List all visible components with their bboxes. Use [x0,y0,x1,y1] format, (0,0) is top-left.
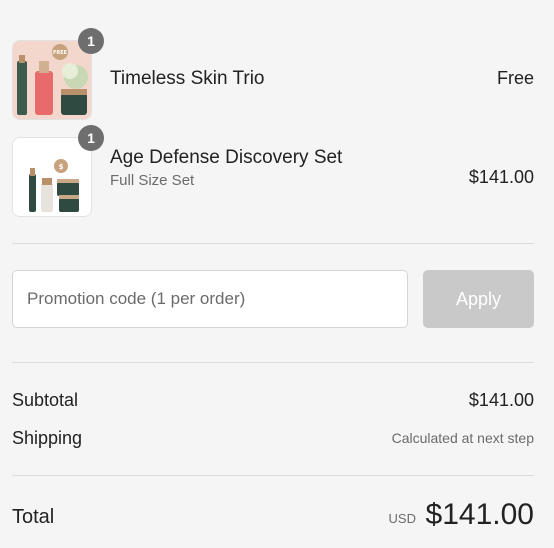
subtotal-label: Subtotal [12,390,79,410]
product-price: Free [496,68,534,88]
shipping-label: Shipping [12,428,83,448]
cart-line-item: FREE 1 Timeless Skin Trio Free [12,28,534,120]
total-value: $141.00 [425,498,534,531]
total-label: Total [12,506,55,528]
product-price: $141.00 [468,167,534,187]
thumb-badge-text: FREE [53,50,68,56]
product-thumbnail: $ [12,137,92,217]
subtotal-value: $141.00 [468,390,534,410]
promotion-code-input[interactable] [12,270,408,328]
product-variant: Full Size Set [110,172,195,189]
product-title: Age Defense Discovery Set [110,147,343,168]
product-title: Timeless Skin Trio [110,68,265,89]
shipping-value: Calculated at next step [391,430,534,446]
thumb-badge-text: $ [59,163,64,171]
quantity-badge: 1 [78,28,104,54]
divider [12,475,534,476]
currency-code: USD [388,511,416,526]
product-thumbnail: FREE [12,40,92,120]
divider [12,362,534,363]
cart-line-item: $ 1 Age Defense Discovery Set Full Size … [12,125,534,217]
divider [12,243,534,244]
apply-promo-button[interactable]: Apply [423,270,534,328]
quantity-badge: 1 [78,125,104,151]
